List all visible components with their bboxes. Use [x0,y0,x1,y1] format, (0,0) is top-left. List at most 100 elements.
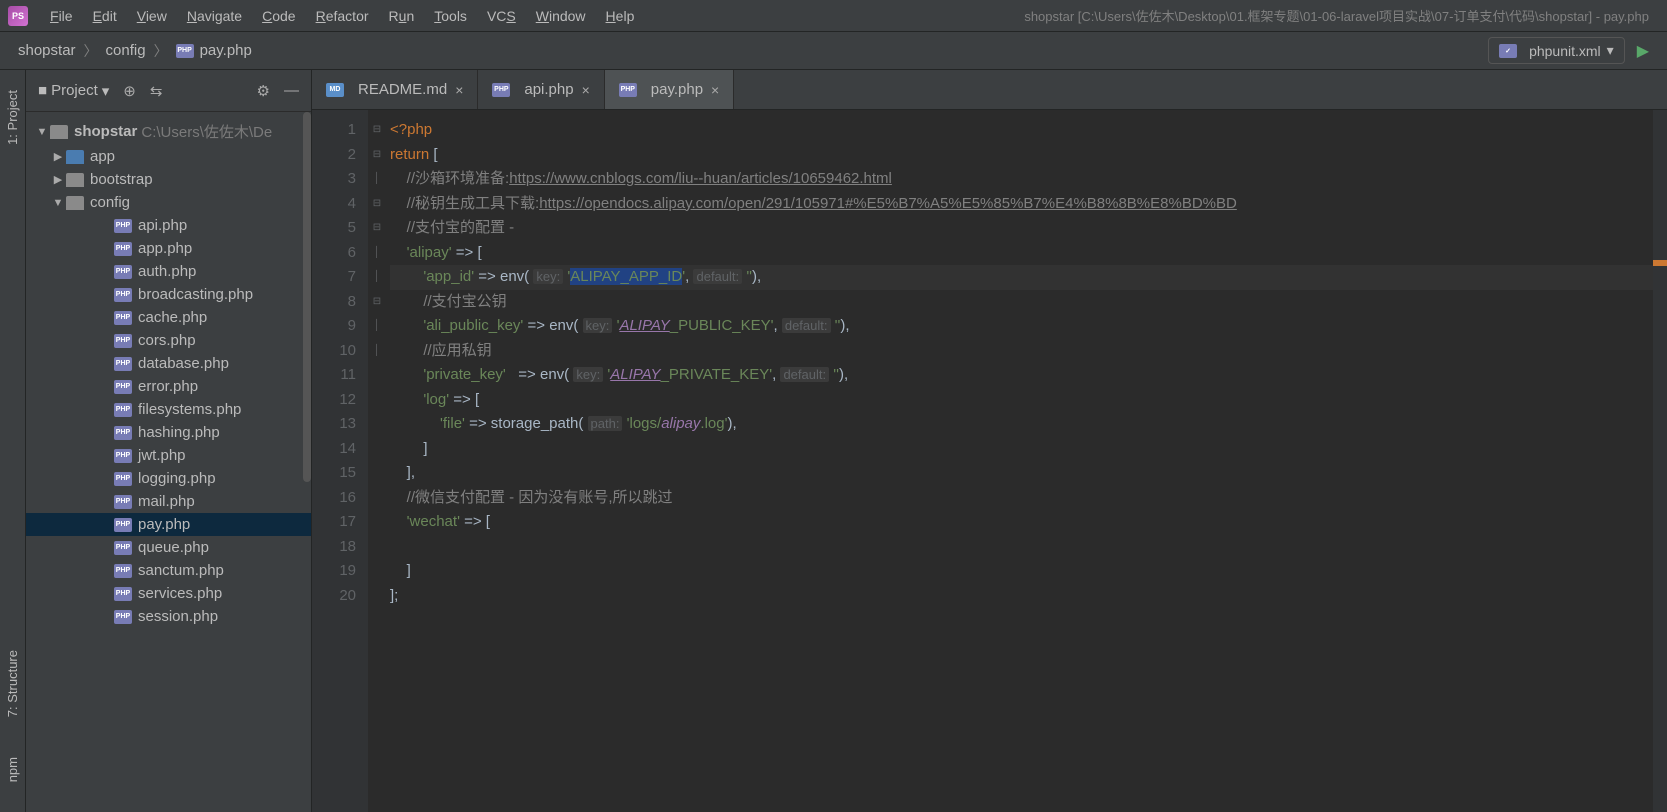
chevron-right-icon: ▶ [50,150,66,163]
project-tree[interactable]: ▼shopstarC:\Users\佐佐木\De ▶ app ▶bootstrap… [26,112,311,812]
tree-label: hashing.php [138,424,220,441]
php-icon: PHP [114,334,132,348]
tree-file[interactable]: PHP hashing.php [26,421,311,444]
collapse-icon[interactable]: ⇆ [150,82,163,100]
tree-file[interactable]: PHPmail.php [26,490,311,513]
tree-label: error.php [138,378,198,395]
side-tab-structure[interactable]: 7: Structure [5,640,20,727]
php-icon: PHP [114,219,132,233]
tree-label: api.php [138,217,187,234]
side-tab-npm[interactable]: npm [5,747,20,792]
tree-file[interactable]: PHP error.php [26,375,311,398]
php-icon: PHP [114,357,132,371]
nav-bar: shopstar 〉 config 〉 PHPpay.php ✓ phpunit… [0,32,1667,70]
php-icon: PHP [114,242,132,256]
tree-label: database.php [138,355,229,372]
tree-label: shopstar [74,123,137,140]
tree-path: C:\Users\佐佐木\De [141,121,272,142]
line-gutter: 1234567891011121314151617181920 [312,110,368,812]
php-icon: ✓ [1499,44,1517,58]
app-icon: PS [8,6,28,26]
tree-file[interactable]: PHPcache.php [26,306,311,329]
close-icon[interactable]: × [711,82,719,98]
run-button[interactable]: ▶ [1637,41,1649,61]
php-icon: PHP [114,564,132,578]
tree-file[interactable]: PHPbroadcasting.php [26,283,311,306]
code-content[interactable]: <?phpreturn [ //沙箱环境准备:https://www.cnblo… [386,110,1667,812]
crumb-folder[interactable]: config [106,42,146,59]
tree-label: jwt.php [138,447,186,464]
chevron-down-icon: ▾ [1607,42,1614,59]
crumb-file[interactable]: PHPpay.php [176,42,252,59]
tree-label: broadcasting.php [138,286,253,303]
tree-label: app [90,148,115,165]
menu-tools[interactable]: Tools [424,8,477,24]
menu-refactor[interactable]: Refactor [306,8,379,24]
menu-help[interactable]: Help [596,8,645,24]
tree-file[interactable]: PHP session.php [26,605,311,628]
tree-label: queue.php [138,539,209,556]
close-icon[interactable]: × [582,82,590,98]
folder-icon [66,196,84,210]
php-icon: PHP [114,265,132,279]
code-editor[interactable]: 1234567891011121314151617181920 ⊟⊟│⊟⊟││⊟… [312,110,1667,812]
crumb-root[interactable]: shopstar [18,42,76,59]
project-header: ■ Project ▾ ⊕ ⇆ ⚙ — [26,70,311,112]
tree-root[interactable]: ▼shopstarC:\Users\佐佐木\De [26,118,311,145]
side-tab-project[interactable]: 1: Project [5,80,20,155]
tree-file[interactable]: PHP database.php [26,352,311,375]
warning-marker[interactable] [1653,260,1667,266]
php-icon: PHP [114,472,132,486]
tree-folder-app[interactable]: ▶ app [26,145,311,168]
php-icon: PHP [114,449,132,463]
minimize-icon[interactable]: — [284,82,299,99]
tree-label: filesystems.php [138,401,241,418]
tree-folder-config[interactable]: ▼config [26,191,311,214]
target-icon[interactable]: ⊕ [123,82,136,100]
tree-file[interactable]: PHPapp.php [26,237,311,260]
tree-label: logging.php [138,470,216,487]
php-icon: PHP [114,426,132,440]
tree-file[interactable]: PHP api.php [26,214,311,237]
php-icon: PHP [176,44,194,58]
tree-folder-bootstrap[interactable]: ▶bootstrap [26,168,311,191]
tree-file[interactable]: PHPqueue.php [26,536,311,559]
gear-icon[interactable]: ⚙ [257,82,270,100]
tree-file[interactable]: PHPpay.php [26,513,311,536]
tab-pay[interactable]: PHPpay.php× [605,70,734,109]
menu-file[interactable]: File [40,8,83,24]
php-icon: PHP [114,403,132,417]
php-icon: PHP [114,311,132,325]
tree-label: bootstrap [90,171,153,188]
tab-api[interactable]: PHPapi.php× [478,70,604,109]
crumb-sep: 〉 [84,41,98,61]
tree-label: sanctum.php [138,562,224,579]
tree-file[interactable]: PHP jwt.php [26,444,311,467]
tree-file[interactable]: PHP logging.php [26,467,311,490]
run-config-selector[interactable]: ✓ phpunit.xml ▾ [1488,37,1625,64]
php-icon: PHP [114,380,132,394]
menu-run[interactable]: Run [379,8,425,24]
editor-marker-strip[interactable] [1653,110,1667,812]
nav-right: ✓ phpunit.xml ▾ ▶ [1488,37,1649,64]
tree-file[interactable]: PHPauth.php [26,260,311,283]
menu-window[interactable]: Window [526,8,596,24]
menu-code[interactable]: Code [252,8,305,24]
tree-file[interactable]: PHP filesystems.php [26,398,311,421]
tree-file[interactable]: PHPcors.php [26,329,311,352]
tree-file[interactable]: PHPservices.php [26,582,311,605]
menu-navigate[interactable]: Navigate [177,8,252,24]
php-icon: PHP [114,610,132,624]
menu-view[interactable]: View [127,8,177,24]
menu-edit[interactable]: Edit [83,8,127,24]
tree-label: session.php [138,608,218,625]
project-title[interactable]: ■ Project ▾ [38,82,109,100]
tab-readme[interactable]: MDREADME.md× [312,70,478,109]
scrollbar[interactable] [303,112,311,482]
editor-area: MDREADME.md× PHPapi.php× PHPpay.php× 123… [312,70,1667,812]
editor-tabs: MDREADME.md× PHPapi.php× PHPpay.php× [312,70,1667,110]
close-icon[interactable]: × [455,82,463,98]
php-icon: PHP [114,495,132,509]
tree-file[interactable]: PHP sanctum.php [26,559,311,582]
menu-vcs[interactable]: VCS [477,8,526,24]
